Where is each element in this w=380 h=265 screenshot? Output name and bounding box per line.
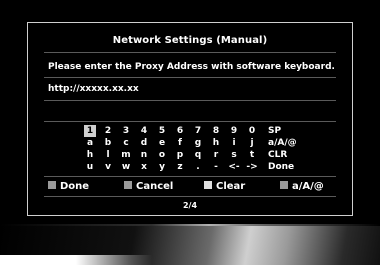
keyboard-key[interactable]: 7 (192, 125, 204, 137)
software-keyboard: 1 2 3 4 5 6 7 8 9 0 SP a b c d e f g h i j a/A/@ h l m n o p q r s t CLR… (84, 125, 320, 173)
keyboard-key[interactable]: r (210, 149, 222, 161)
keyboard-bottom-divider (44, 176, 336, 177)
keyboard-key[interactable]: 4 (138, 125, 150, 137)
gray-square-icon (48, 181, 56, 189)
keyboard-key[interactable]: m (120, 149, 132, 161)
keyboard-key[interactable]: 1 (84, 125, 96, 137)
keyboard-key[interactable]: <- (228, 161, 240, 173)
keyboard-key[interactable]: l (102, 149, 114, 161)
gray-square-icon (280, 181, 288, 189)
legend-divider (44, 196, 336, 197)
keyboard-key[interactable]: 6 (174, 125, 186, 137)
keyboard-key[interactable]: e (156, 137, 168, 149)
cancel-label: Cancel (136, 181, 174, 192)
keyboard-key[interactable]: h (210, 137, 222, 149)
network-settings-dialog: Network Settings (Manual) Please enter t… (27, 22, 353, 216)
clear-button[interactable]: Clear (204, 180, 245, 194)
keyboard-key[interactable]: q (192, 149, 204, 161)
keyboard-key[interactable]: w (120, 161, 132, 173)
tv-screen: Network Settings (Manual) Please enter t… (0, 0, 380, 265)
keyboard-key[interactable]: 2 (102, 125, 114, 137)
color-button-legend: Done Cancel Clear a/A/@ (48, 180, 344, 194)
keyboard-key[interactable]: f (174, 137, 186, 149)
keyboard-key[interactable]: p (174, 149, 186, 161)
keyboard-key[interactable]: g (192, 137, 204, 149)
done-label: Done (60, 181, 90, 192)
dialog-title: Network Settings (Manual) (112, 35, 268, 46)
keyboard-key[interactable]: SP (268, 125, 308, 137)
keyboard-key[interactable]: s (228, 149, 240, 161)
keyboard-key[interactable]: u (84, 161, 96, 173)
input-underline (44, 100, 336, 101)
keyboard-row: a b c d e f g h i j a/A/@ (84, 137, 320, 149)
gray-square-icon (124, 181, 132, 189)
keyboard-key[interactable]: 8 (210, 125, 222, 137)
keyboard-key[interactable]: n (138, 149, 150, 161)
title-divider (44, 52, 336, 53)
keyboard-key[interactable]: t (246, 149, 258, 161)
keyboard-key[interactable]: z (174, 161, 186, 173)
proxy-address-input[interactable]: http://xxxxx.xx.xx (48, 84, 139, 94)
keyboard-key[interactable]: i (228, 137, 240, 149)
prompt-text: Please enter the Proxy Address with soft… (48, 62, 335, 72)
keyboard-key[interactable]: b (102, 137, 114, 149)
keyboard-key[interactable]: a/A/@ (268, 137, 308, 149)
prompt-divider (44, 77, 336, 78)
keyboard-key[interactable]: CLR (268, 149, 308, 161)
cancel-button[interactable]: Cancel (124, 180, 173, 194)
keyboard-key[interactable]: 0 (246, 125, 258, 137)
mode-label: a/A/@ (292, 181, 324, 192)
keyboard-top-divider (44, 121, 336, 122)
keyboard-key[interactable]: a (84, 137, 96, 149)
keyboard-key[interactable]: d (138, 137, 150, 149)
keyboard-row: u v w x y z. - <- -> Done (84, 161, 320, 173)
bottom-glare (0, 255, 380, 265)
keyboard-key[interactable]: 3 (120, 125, 132, 137)
keyboard-key[interactable]: o (156, 149, 168, 161)
keyboard-key[interactable]: h (84, 149, 96, 161)
keyboard-key[interactable]: j (246, 137, 258, 149)
keyboard-key[interactable]: c (120, 137, 132, 149)
keyboard-key[interactable]: - (210, 161, 222, 173)
done-button[interactable]: Done (48, 180, 89, 194)
keyboard-key[interactable]: y (156, 161, 168, 173)
keyboard-key[interactable]: x (138, 161, 150, 173)
mode-toggle-button[interactable]: a/A/@ (280, 180, 324, 194)
keyboard-row: h l m n o p q r s t CLR (84, 149, 320, 161)
clear-label: Clear (216, 181, 246, 192)
page-indicator: 2/4 (182, 201, 198, 210)
keyboard-key[interactable]: v (102, 161, 114, 173)
keyboard-row: 1 2 3 4 5 6 7 8 9 0 SP (84, 125, 320, 137)
keyboard-key[interactable]: -> (246, 161, 258, 173)
keyboard-key[interactable]: 5 (156, 125, 168, 137)
white-square-icon (204, 181, 212, 189)
keyboard-key[interactable]: 9 (228, 125, 240, 137)
keyboard-key[interactable]: . (192, 161, 204, 173)
keyboard-key[interactable]: Done (268, 161, 308, 173)
